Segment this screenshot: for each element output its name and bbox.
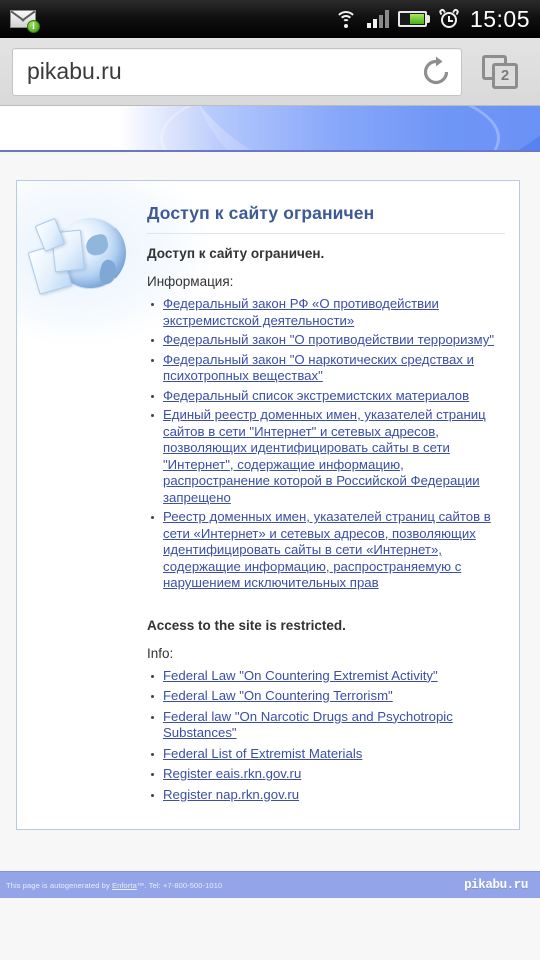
lead-text-en: Access to the site is restricted. [147, 617, 346, 633]
battery-icon [397, 11, 430, 27]
signal-bars-icon [366, 10, 389, 28]
alarm-clock-icon [438, 7, 460, 29]
list-item[interactable]: Federal Law "On Countering Terrorism" [147, 688, 505, 705]
page-footer: This page is autogenerated by Enforta™. … [0, 871, 540, 898]
lead-text-ru: Доступ к сайту ограничен. [147, 246, 325, 261]
status-bar: i 15:05 [0, 0, 540, 38]
card-content-column: Доступ к сайту ограничен Доступ к сайту … [147, 197, 505, 807]
tab-count-badge: 2 [492, 62, 518, 89]
phone-screen: i 15:05 pikabu.ru 2 Доступ к сайту огран… [0, 0, 540, 960]
page-body: Доступ к сайту ограничен Доступ к сайту … [0, 152, 540, 898]
list-item[interactable]: Federal List of Extremist Materials [147, 746, 505, 763]
link-ru-4[interactable]: Федеральный список экстремистских матери… [163, 388, 469, 403]
page-title: Доступ к сайту ограничен [147, 203, 505, 234]
status-bar-clock: 15:05 [469, 5, 530, 32]
banner-arc-outline [160, 106, 500, 150]
wifi-icon [334, 10, 358, 28]
link-en-6[interactable]: Register nap.rkn.gov.ru [163, 787, 299, 802]
page-banner [0, 106, 540, 152]
globe-documents-icon [27, 213, 132, 305]
tab-switcher-icon: 2 [482, 54, 518, 89]
list-item[interactable]: Федеральный список экстремистских матери… [147, 388, 505, 405]
links-list-en: Federal Law "On Countering Extremist Act… [147, 668, 505, 804]
link-ru-5[interactable]: Единый реестр доменных имен, указателей … [163, 407, 486, 505]
status-bar-right: 15:05 [334, 6, 530, 33]
footer-text-after: ™. Tel: +7-800-500-1010 [136, 880, 223, 890]
mail-info-badge: i [27, 19, 40, 33]
footer-text-before: This page is autogenerated by [6, 880, 112, 890]
link-en-1[interactable]: Federal Law "On Countering Extremist Act… [163, 668, 438, 683]
notice-card: Доступ к сайту ограничен Доступ к сайту … [16, 180, 520, 830]
card-illustration-column [27, 197, 147, 807]
list-item[interactable]: Реестр доменных имен, указателей страниц… [147, 509, 505, 592]
link-en-2[interactable]: Federal Law "On Countering Terrorism" [163, 688, 393, 703]
list-item[interactable]: Федеральный закон "О наркотических средс… [147, 352, 505, 385]
reload-icon[interactable] [419, 55, 453, 89]
footer-credit: This page is autogenerated by Enforta™. … [6, 881, 464, 890]
info-label-ru: Информация: [147, 274, 234, 289]
info-label-en: Info: [147, 645, 174, 661]
list-item[interactable]: Register nap.rkn.gov.ru [147, 787, 505, 804]
link-en-5[interactable]: Register eais.rkn.gov.ru [163, 766, 301, 781]
url-bar[interactable]: pikabu.ru [12, 47, 462, 96]
link-ru-6[interactable]: Реестр доменных имен, указателей страниц… [163, 509, 491, 590]
list-item[interactable]: Federal law "On Narcotic Drugs and Psych… [147, 709, 505, 742]
list-item[interactable]: Register eais.rkn.gov.ru [147, 766, 505, 783]
link-ru-3[interactable]: Федеральный закон "О наркотических средс… [163, 352, 474, 384]
list-item[interactable]: Федеральный закон РФ «О противодействии … [147, 296, 505, 329]
browser-toolbar: pikabu.ru 2 [0, 38, 540, 106]
link-ru-1[interactable]: Федеральный закон РФ «О противодействии … [163, 296, 439, 328]
footer-link-enforta[interactable]: Enforta [112, 881, 137, 890]
list-item[interactable]: Федеральный закон "О противодействии тер… [147, 332, 505, 349]
list-item[interactable]: Единый реестр доменных имен, указателей … [147, 407, 505, 506]
url-input[interactable]: pikabu.ru [27, 58, 419, 85]
links-list-ru: Федеральный закон РФ «О противодействии … [147, 296, 505, 592]
tab-switcher-button[interactable]: 2 [472, 44, 528, 100]
status-bar-left: i [10, 9, 334, 33]
list-item[interactable]: Federal Law "On Countering Extremist Act… [147, 668, 505, 685]
mail-icon: i [10, 9, 40, 33]
pikabu-watermark: pikabu.ru [464, 878, 528, 892]
link-ru-2[interactable]: Федеральный закон "О противодействии тер… [163, 332, 494, 347]
link-en-3[interactable]: Federal law "On Narcotic Drugs and Psych… [163, 709, 453, 741]
link-en-4[interactable]: Federal List of Extremist Materials [163, 746, 362, 761]
